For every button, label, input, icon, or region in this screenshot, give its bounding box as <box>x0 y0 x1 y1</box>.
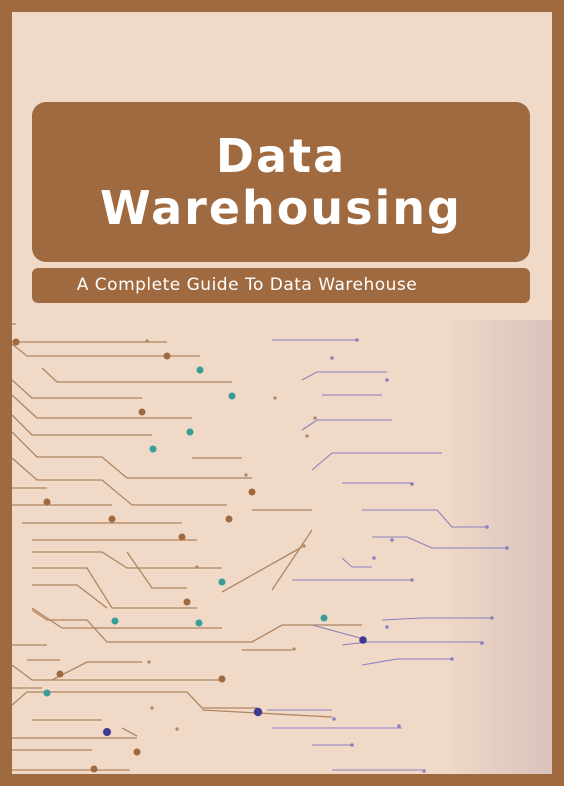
circuit-board-illustration <box>12 323 509 773</box>
book-cover: Data Warehousing A Complete Guide To Dat… <box>0 0 564 786</box>
subtitle-text: A Complete Guide To Data Warehouse <box>76 275 418 295</box>
title-line-2: Warehousing <box>100 181 462 235</box>
title-line-1: Data <box>215 129 347 183</box>
subtitle-banner: A Complete Guide To Data Warehouse <box>32 268 530 303</box>
title-banner: Data Warehousing <box>32 102 530 262</box>
